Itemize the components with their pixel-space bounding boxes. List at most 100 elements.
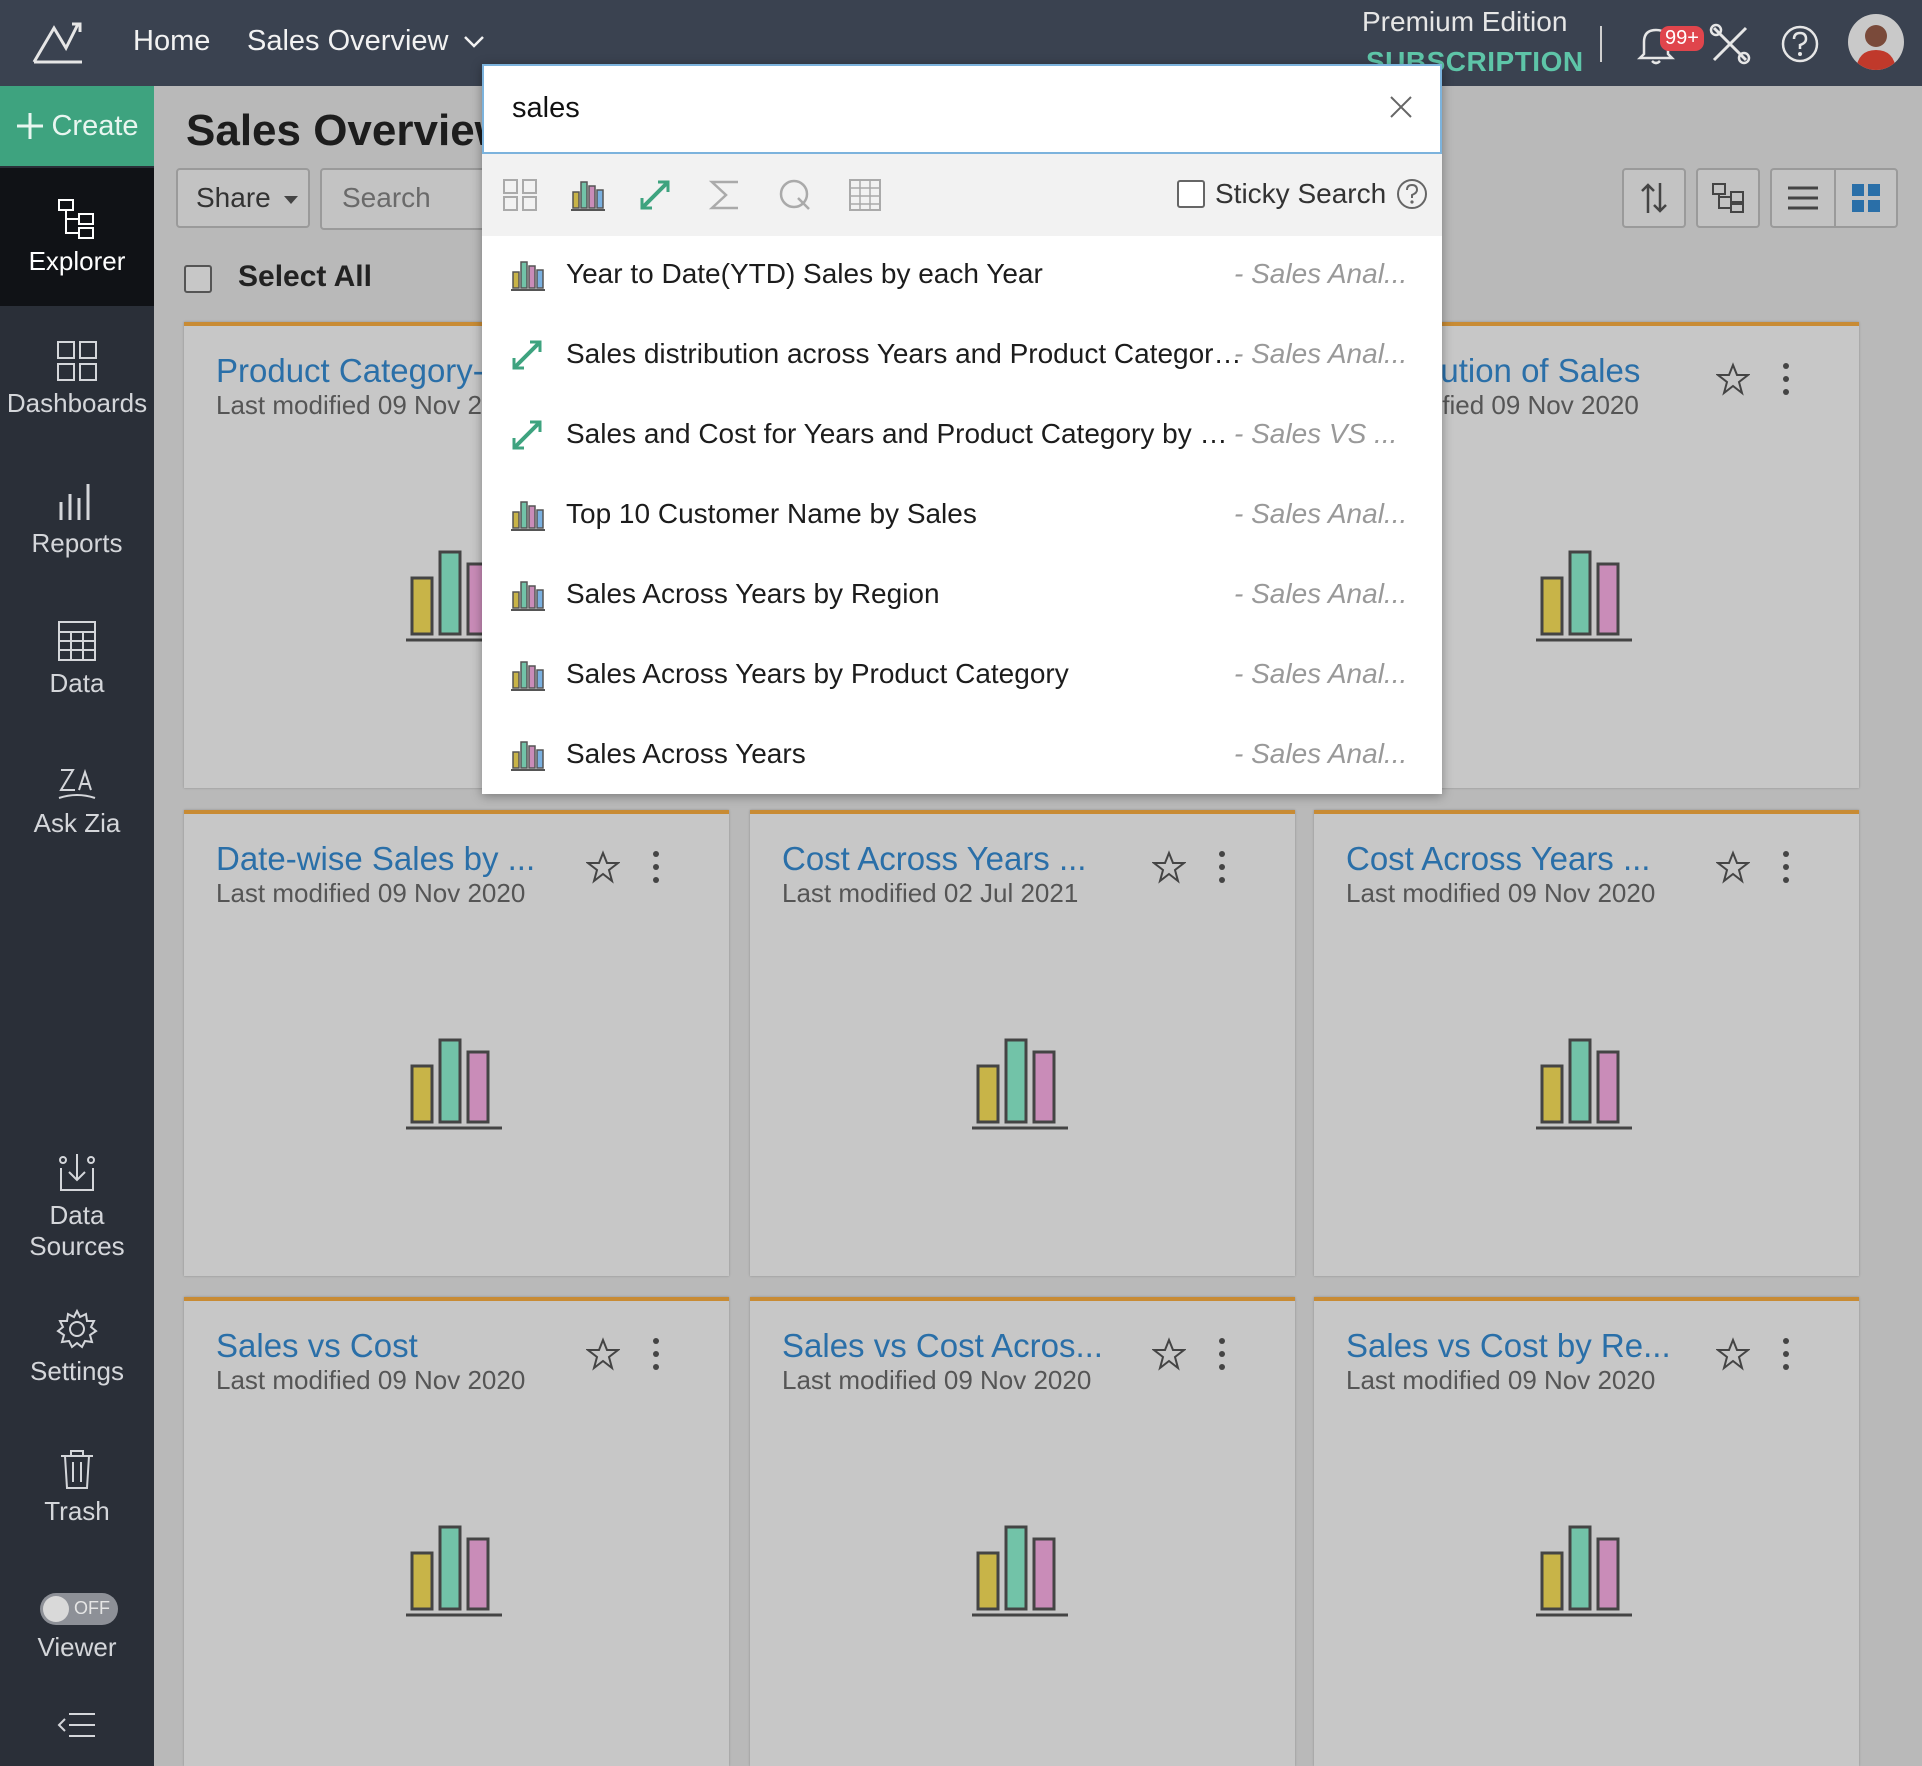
report-card[interactable]: Sales vs Cost Last modified 09 Nov 2020 (184, 1297, 729, 1766)
select-all-checkbox[interactable] (184, 265, 212, 293)
card-title[interactable]: Product Category-… (216, 352, 517, 390)
viewer-toggle[interactable]: OFF (40, 1593, 118, 1625)
result-title: Sales Across Years by Product Category (566, 658, 1069, 689)
star-icon[interactable] (586, 1337, 620, 1371)
result-title: Year to Date(YTD) Sales by each Year (566, 258, 1043, 289)
search-result-item[interactable]: Sales Across Years - Sales Anal... (482, 716, 1442, 796)
help-icon[interactable] (1780, 24, 1820, 64)
sidebar-item-label: Explorer (28, 246, 126, 276)
star-icon[interactable] (1716, 850, 1750, 884)
workspace-dropdown[interactable]: Sales Overview (247, 25, 485, 58)
create-button[interactable]: Create (0, 86, 154, 166)
sidebar-item-dashboards[interactable]: Dashboards (0, 340, 154, 419)
card-title[interactable]: Sales vs Cost Acros... (782, 1327, 1103, 1365)
bar-chart-icon (972, 1525, 1068, 1617)
divider (1600, 26, 1602, 62)
report-card[interactable]: Cost Across Years ... Last modified 02 J… (750, 810, 1295, 1276)
result-source: - Sales Anal... (1234, 258, 1408, 289)
sticky-search-checkbox[interactable] (1177, 180, 1205, 208)
report-card[interactable]: Sales vs Cost Acros... Last modified 09 … (750, 1297, 1295, 1766)
card-title[interactable]: bution of Sales (1422, 352, 1640, 390)
more-options-icon[interactable] (650, 1337, 662, 1371)
tree-view-button[interactable] (1696, 168, 1760, 228)
star-icon[interactable] (1152, 1337, 1186, 1371)
report-card[interactable]: Cost Across Years ... Last modified 09 N… (1314, 810, 1859, 1276)
search-filter-bar: Sticky Search (482, 154, 1442, 236)
sidebar-item-data[interactable]: Data (0, 620, 154, 699)
search-result-item[interactable]: Sales Across Years by Region - Sales Ana… (482, 556, 1442, 636)
sort-button[interactable] (1622, 168, 1686, 228)
more-options-icon[interactable] (1780, 850, 1792, 884)
card-modified: Last modified 09 Nov 2020 (216, 1365, 526, 1395)
card-title[interactable]: Date-wise Sales by ... (216, 840, 535, 878)
help-icon[interactable] (1396, 178, 1428, 210)
sidebar-item-trash[interactable]: Trash (0, 1448, 154, 1527)
card-modified: Last modified 09 Nov 2020 (216, 878, 526, 908)
result-title: Sales and Cost for Years and Product Cat… (566, 418, 1246, 449)
filter-summary-icon[interactable] (708, 178, 742, 212)
toggle-state: OFF (74, 1598, 110, 1618)
star-icon[interactable] (1716, 362, 1750, 396)
filter-query-icon[interactable] (778, 178, 812, 212)
star-icon[interactable] (1716, 1337, 1750, 1371)
card-title[interactable]: Sales vs Cost (216, 1327, 418, 1365)
more-options-icon[interactable] (1780, 362, 1792, 396)
search-result-item[interactable]: Top 10 Customer Name by Sales - Sales An… (482, 476, 1442, 556)
bar-chart-icon (406, 1038, 502, 1130)
filter-all-icon[interactable] (502, 178, 538, 212)
report-card[interactable]: Date-wise Sales by ... Last modified 09 … (184, 810, 729, 1276)
trash-icon (61, 1450, 93, 1489)
search-popup-input[interactable]: sales (482, 64, 1442, 154)
sidebar-item-data-sources[interactable]: Data Sources (0, 1152, 154, 1262)
grid-view-button[interactable] (1834, 168, 1898, 228)
nav-home-link[interactable]: Home (133, 25, 210, 58)
card-title[interactable]: Cost Across Years ... (782, 840, 1086, 878)
search-query[interactable]: sales (512, 92, 580, 125)
page-title: Sales Overview (186, 106, 509, 155)
sidebar-item-label: Dashboards (6, 388, 148, 418)
close-icon[interactable] (1388, 94, 1414, 120)
card-title[interactable]: Sales vs Cost by Re... (1346, 1327, 1671, 1365)
tools-icon[interactable] (1708, 22, 1752, 66)
bar-chart-icon (1536, 1038, 1632, 1130)
list-view-button[interactable] (1770, 168, 1834, 228)
report-card[interactable]: Sales vs Cost by Re... Last modified 09 … (1314, 1297, 1859, 1766)
result-title: Sales Across Years by Region (566, 578, 940, 609)
share-label: Share (196, 182, 271, 213)
sidebar-item-reports[interactable]: Reports (0, 480, 154, 559)
gear-icon (56, 1308, 98, 1349)
collapse-sidebar-button[interactable] (0, 1710, 154, 1746)
star-icon[interactable] (1152, 850, 1186, 884)
search-input[interactable]: Search (320, 168, 500, 230)
caret-down-icon (283, 195, 298, 204)
card-title[interactable]: Cost Across Years ... (1346, 840, 1650, 878)
filter-charts-icon[interactable] (570, 178, 606, 212)
result-source: - Sales Anal... (1234, 658, 1408, 689)
sticky-search-option[interactable]: Sticky Search (1177, 178, 1428, 210)
toggle-knob (43, 1596, 69, 1622)
sidebar-item-label: Settings (30, 1356, 124, 1386)
share-button[interactable]: Share (176, 168, 310, 228)
bar-chart-icon (1536, 550, 1632, 642)
more-options-icon[interactable] (1216, 850, 1228, 884)
search-result-item[interactable]: Sales Across Years by Product Category -… (482, 636, 1442, 716)
search-result-item[interactable]: Year to Date(YTD) Sales by each Year - S… (482, 236, 1442, 316)
more-options-icon[interactable] (1216, 1337, 1228, 1371)
more-options-icon[interactable] (650, 850, 662, 884)
more-options-icon[interactable] (1780, 1337, 1792, 1371)
search-result-item[interactable]: Sales distribution across Years and Prod… (482, 316, 1442, 396)
filter-pivot-icon[interactable] (638, 178, 674, 212)
sidebar-item-explorer[interactable]: Explorer (0, 168, 154, 306)
star-icon[interactable] (586, 850, 620, 884)
sidebar-item-ask-zia[interactable]: Ask Zia (0, 762, 154, 839)
sidebar-item-settings[interactable]: Settings (0, 1308, 154, 1387)
search-result-item[interactable]: Sales and Cost for Years and Product Cat… (482, 396, 1442, 476)
app-logo-icon[interactable] (30, 18, 86, 68)
bar-chart-icon (511, 501, 545, 531)
result-title: Top 10 Customer Name by Sales (566, 498, 977, 529)
grid-view-icon (1852, 184, 1880, 212)
notification-badge: 99+ (1660, 26, 1704, 51)
edition-label: Premium Edition (1362, 6, 1568, 37)
avatar[interactable] (1848, 14, 1904, 70)
filter-table-icon[interactable] (848, 178, 882, 212)
